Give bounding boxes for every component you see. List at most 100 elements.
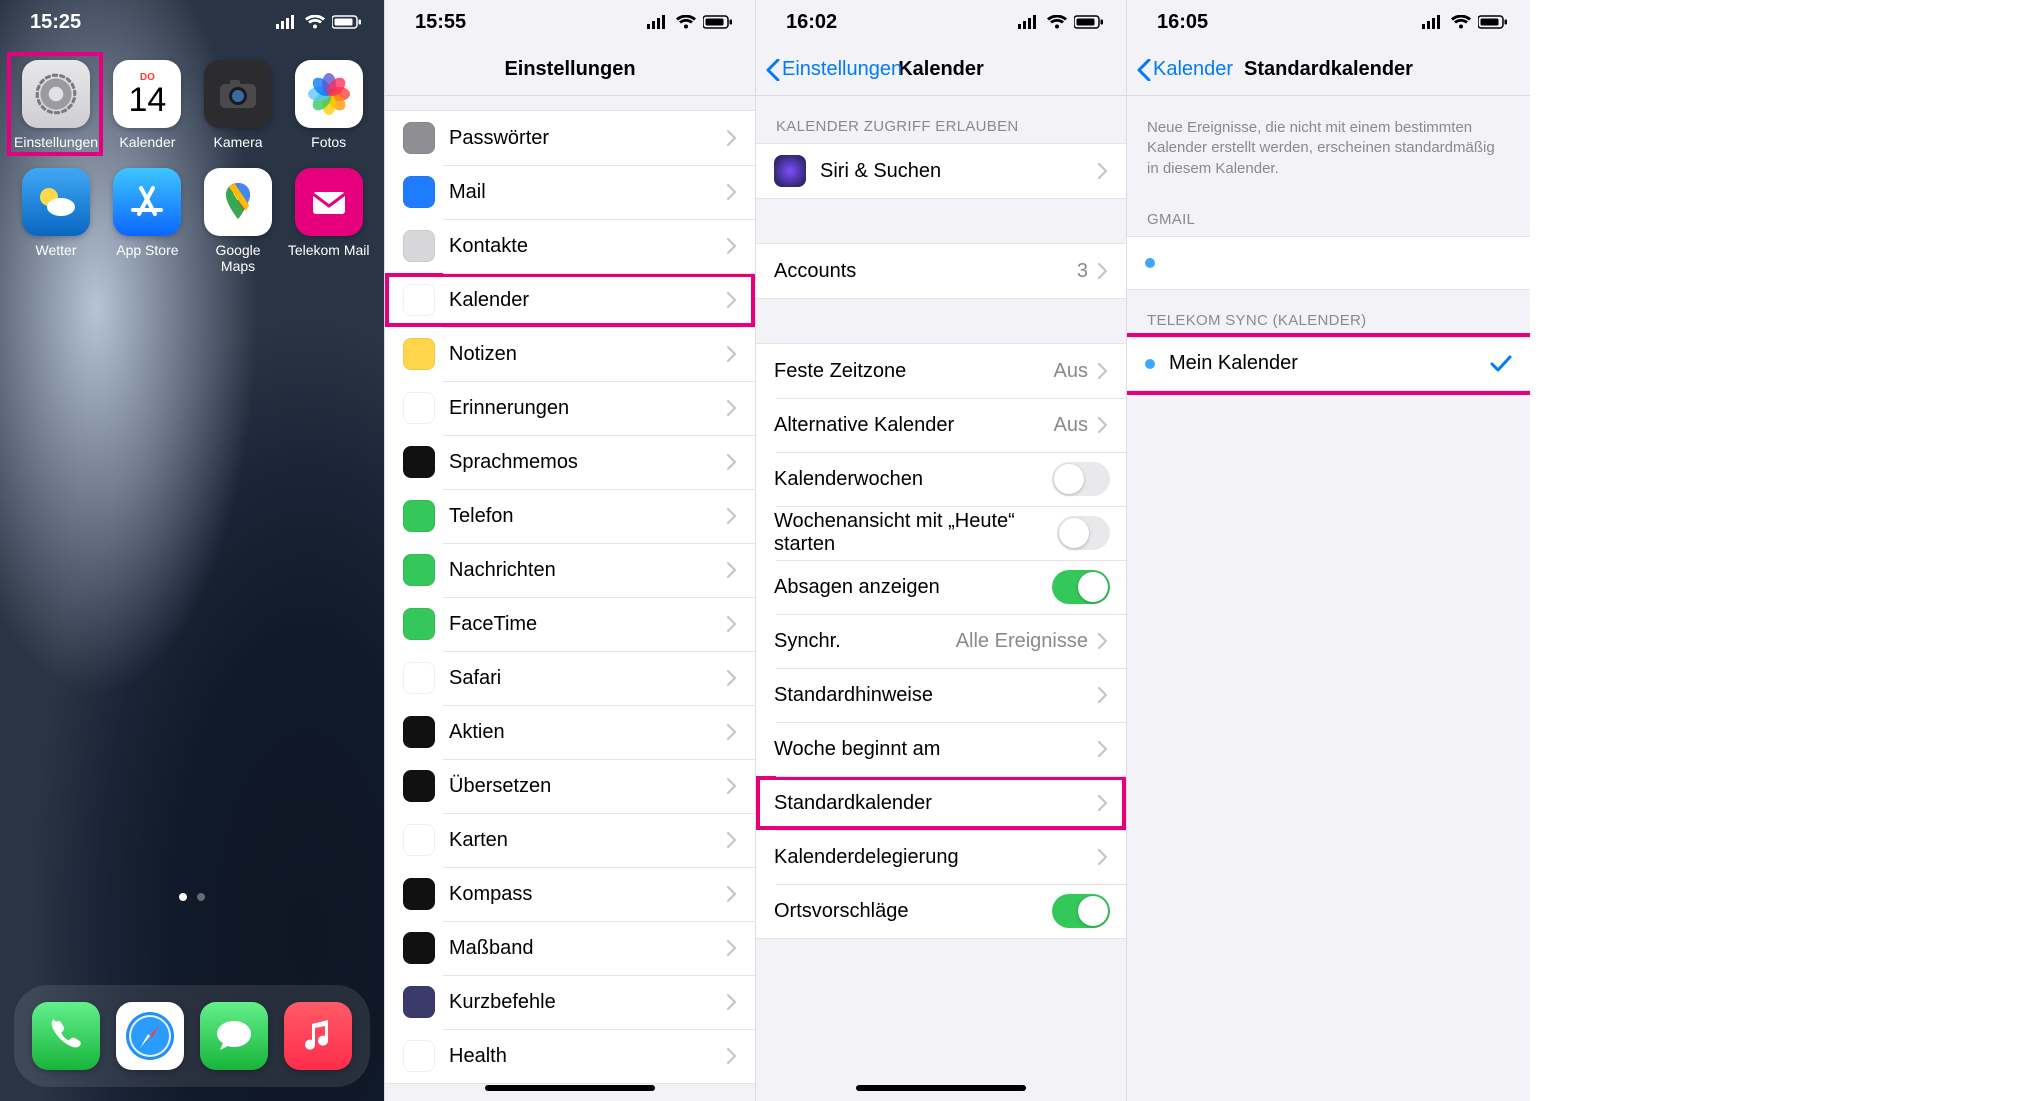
settings-row[interactable]: Aktien [385,705,755,759]
calendar-option-row[interactable]: Mein Kalender [1127,338,1530,390]
calendar-setting-row[interactable]: Kalenderdelegierung [756,830,1126,884]
cellular-icon [276,15,298,29]
settings-row[interactable]: Übersetzen [385,759,755,813]
settings-row[interactable]: FaceTime [385,597,755,651]
toggle[interactable] [1052,462,1110,496]
toggle[interactable] [1057,516,1110,550]
calendar-color-dot [1145,258,1155,268]
app-tmail[interactable]: Telekom Mail [287,168,370,274]
dock-app-safari[interactable] [116,1002,184,1070]
section-header: GMAIL [1127,189,1530,236]
chevron-right-icon [1098,741,1110,757]
chevron-right-icon [727,940,739,956]
settings-list[interactable]: Passwörter MailKontakteKalender Notizen Eri… [385,96,755,1101]
app-appstore[interactable]: App Store [106,168,189,274]
settings-row[interactable]: Notizen [385,327,755,381]
back-label: Kalender [1153,58,1233,81]
app-label: Google Maps [197,242,280,274]
settings-row[interactable]: Nachrichten [385,543,755,597]
calendar-setting-row[interactable]: Synchr.Alle Ereignisse [756,614,1126,668]
calendar-setting-row[interactable]: Standardkalender [756,776,1126,830]
settings-row[interactable]: Maßband [385,921,755,975]
calendar-setting-row[interactable]: Alternative KalenderAus [756,398,1126,452]
calendar-setting-row[interactable]: Feste ZeitzoneAus [756,344,1126,398]
calendar-setting-row[interactable]: Kalenderwochen [756,452,1126,506]
row-label: Kompass [449,883,727,906]
calendar-setting-row[interactable]: Woche beginnt am [756,722,1126,776]
cellular-icon [1018,15,1040,29]
row-label: Notizen [449,343,727,366]
home-indicator[interactable] [856,1085,1026,1091]
toggle[interactable] [1052,894,1110,928]
app-photos[interactable]: Fotos [287,60,370,150]
chevron-right-icon [727,724,739,740]
row-label: Nachrichten [449,559,727,582]
calendar-setting-row[interactable]: Absagen anzeigen [756,560,1126,614]
settings-row[interactable]: Kompass [385,867,755,921]
calendar-setting-row[interactable]: Ortsvorschläge [756,884,1126,938]
app-weather[interactable]: Wetter [14,168,98,274]
settings-row[interactable]: Health [385,1029,755,1083]
row-label: Standardkalender [774,792,1098,815]
dock-app-music[interactable] [284,1002,352,1070]
calendar-settings-list[interactable]: KALENDER ZUGRIFF ERLAUBEN Siri & Suchen … [756,96,1126,1101]
row-siri[interactable]: Siri & Suchen [756,144,1126,198]
home-grid: EinstellungenDO14KalenderKameraFotos Wett… [0,56,384,274]
settings-row[interactable]: Sprachmemos [385,435,755,489]
row-label: Kalenderwochen [774,468,1052,491]
chevron-right-icon [727,400,739,416]
status-bar: 16:05 [1127,0,1530,44]
checkmark-icon [1490,355,1512,373]
settings-row[interactable]: Passwörter [385,111,755,165]
row-label: Woche beginnt am [774,738,1098,761]
settings-row[interactable]: Karten [385,813,755,867]
battery-icon [1478,15,1508,29]
dock-app-messages[interactable] [200,1002,268,1070]
back-button[interactable]: Einstellungen [766,44,902,95]
settings-item-icon [403,878,435,910]
settings-row[interactable]: Kurzbefehle [385,975,755,1029]
app-settings[interactable]: Einstellungen [14,60,98,150]
app-camera[interactable]: Kamera [197,60,280,150]
settings-row[interactable]: Kontakte [385,219,755,273]
app-gmaps[interactable]: Google Maps [197,168,280,274]
settings-row[interactable]: Kalender [385,273,755,327]
row-value: Aus [1054,360,1088,383]
calendar-setting-row[interactable]: Standardhinweise [756,668,1126,722]
app-calendar[interactable]: DO14Kalender [106,60,189,150]
calendar-setting-row[interactable]: Wochenansicht mit „Heute“ starten [756,506,1126,560]
toggle[interactable] [1052,570,1110,604]
chevron-right-icon [727,184,739,200]
row-label: Kurzbefehle [449,991,727,1014]
status-bar: 16:02 [756,0,1126,44]
status-bar: 15:25 [0,0,384,44]
battery-icon [332,15,362,29]
back-label: Einstellungen [782,58,902,81]
home-indicator[interactable] [485,1085,655,1091]
row-accounts[interactable]: Accounts 3 [756,244,1126,298]
chevron-right-icon [727,670,739,686]
default-calendar-list[interactable]: Neue Ereignisse, die nicht mit einem bes… [1127,96,1530,1101]
settings-row[interactable]: Safari [385,651,755,705]
row-label: Alternative Kalender [774,414,1054,437]
row-label: Accounts [774,260,1077,283]
back-button[interactable]: Kalender [1137,44,1233,95]
settings-item-icon [403,824,435,856]
section-header: TELEKOM SYNC (KALENDER) [1127,290,1530,337]
settings-row[interactable]: Telefon [385,489,755,543]
page-dot-1 [179,893,187,901]
settings-row[interactable]: Erinnerungen [385,381,755,435]
row-label: Passwörter [449,127,727,150]
settings-row[interactable]: Mail [385,165,755,219]
settings-item-icon [403,770,435,802]
chevron-right-icon [727,886,739,902]
page-dots[interactable] [0,893,384,901]
status-time: 15:55 [415,11,466,34]
row-label: Telefon [449,505,727,528]
calendar-option-row[interactable] [1127,237,1530,289]
calendar-color-dot [1145,359,1155,369]
chevron-right-icon [1098,687,1110,703]
option-label: Mein Kalender [1169,352,1490,375]
dock-app-phone[interactable] [32,1002,100,1070]
row-label: Health [449,1045,727,1068]
